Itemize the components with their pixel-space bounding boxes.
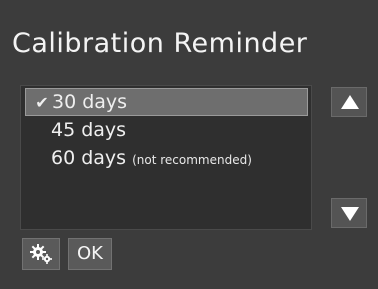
page-title: Calibration Reminder bbox=[12, 28, 308, 59]
scroll-down-button[interactable] bbox=[331, 198, 367, 228]
calibration-reminder-screen: Calibration Reminder ✔ 30 days 45 days 60… bbox=[0, 0, 378, 289]
triangle-up-icon bbox=[341, 95, 359, 109]
option-label: 60 days bbox=[51, 147, 127, 169]
gears-icon bbox=[30, 244, 52, 264]
list-item-45-days[interactable]: 45 days bbox=[25, 116, 308, 144]
option-label: 30 days bbox=[52, 91, 128, 113]
scroll-up-button[interactable] bbox=[331, 87, 367, 117]
option-note: (not recommended) bbox=[132, 153, 252, 167]
triangle-down-icon bbox=[341, 207, 359, 221]
reminder-options-list: ✔ 30 days 45 days 60 days (not recommended… bbox=[20, 85, 312, 230]
option-label: 45 days bbox=[51, 119, 127, 141]
list-item-60-days[interactable]: 60 days (not recommended) bbox=[25, 144, 308, 172]
ok-button[interactable]: OK bbox=[68, 238, 112, 270]
settings-button[interactable] bbox=[22, 238, 60, 270]
list-item-30-days[interactable]: ✔ 30 days bbox=[25, 88, 308, 116]
checkmark-icon: ✔ bbox=[35, 93, 49, 112]
